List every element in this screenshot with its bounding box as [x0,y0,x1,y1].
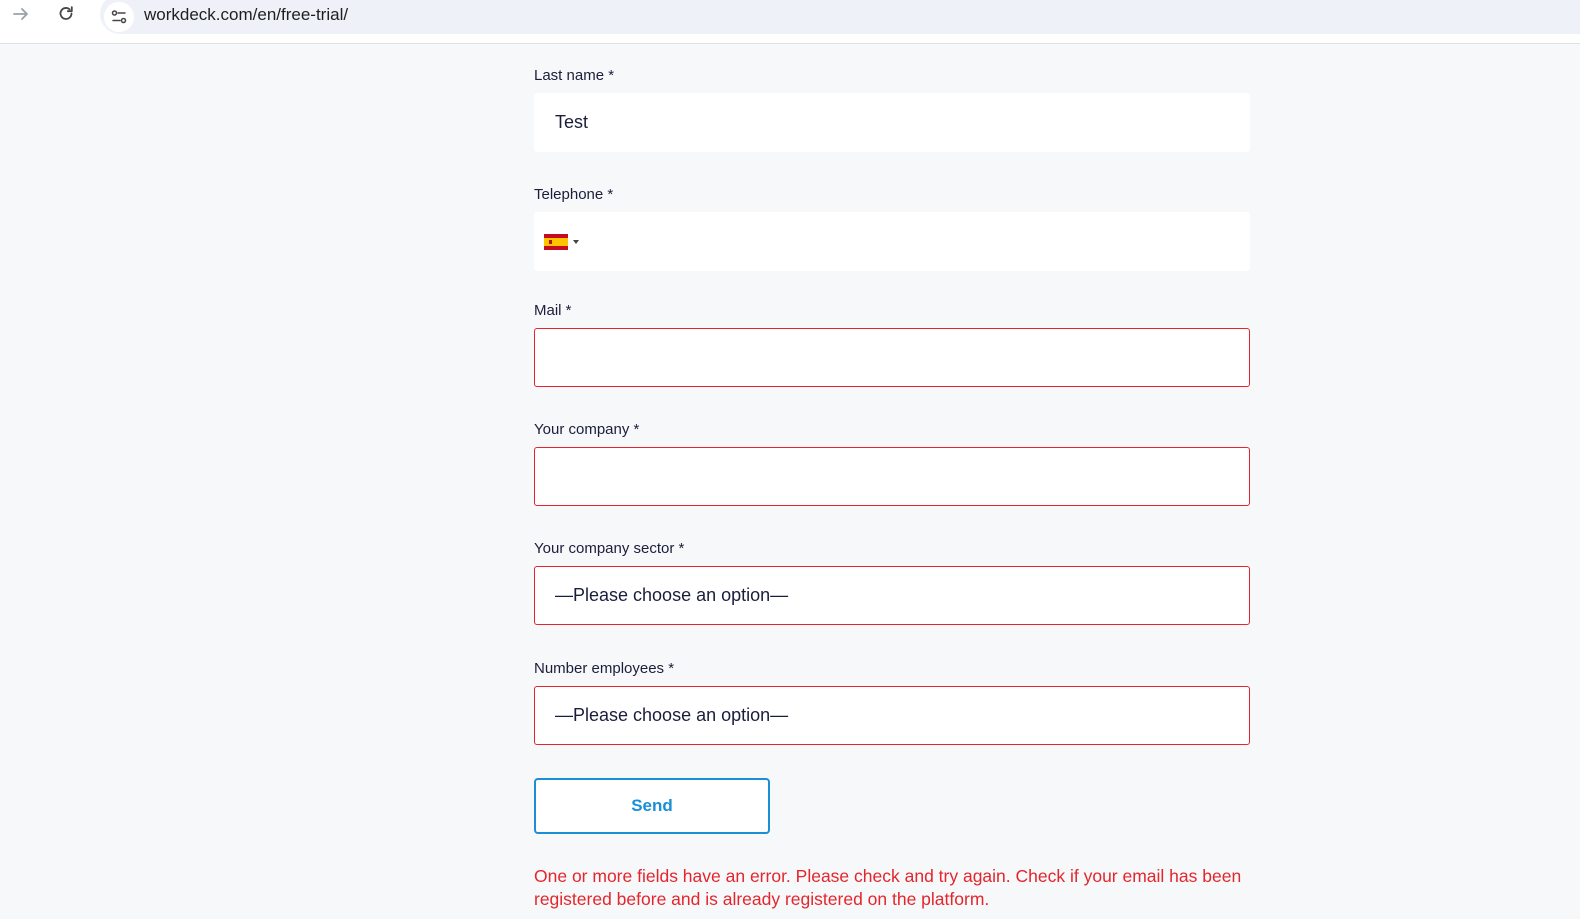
mail-label: Mail * [534,302,572,319]
forward-arrow-icon[interactable] [9,2,33,26]
address-bar[interactable]: workdeck.com/en/free-trial/ [100,0,1580,34]
telephone-input[interactable] [534,212,1250,271]
last-name-value: Test [555,112,589,132]
browser-toolbar: workdeck.com/en/free-trial/ [0,0,1580,44]
form-error-message: One or more fields have an error. Please… [534,866,1242,909]
company-label: Your company * [534,421,640,438]
site-info-tune-icon[interactable] [104,2,134,32]
url-text[interactable]: workdeck.com/en/free-trial/ [144,4,348,26]
sector-selected-value: —Please choose an option— [555,585,789,605]
last-name-input[interactable]: Test [534,93,1250,152]
mail-input[interactable] [534,328,1250,387]
employees-label: Number employees * [534,660,675,677]
sector-select[interactable]: —Please choose an option— [534,566,1250,625]
sector-label: Your company sector * [534,540,685,557]
spain-flag-icon[interactable] [544,234,568,250]
telephone-label: Telephone * [534,186,614,203]
send-button[interactable]: Send [534,778,770,834]
reload-icon[interactable] [54,2,78,26]
country-dropdown-caret-icon[interactable] [573,240,579,244]
employees-selected-value: —Please choose an option— [555,705,789,725]
last-name-label: Last name * [534,67,615,84]
company-input[interactable] [534,447,1250,506]
employees-select[interactable]: —Please choose an option— [534,686,1250,745]
